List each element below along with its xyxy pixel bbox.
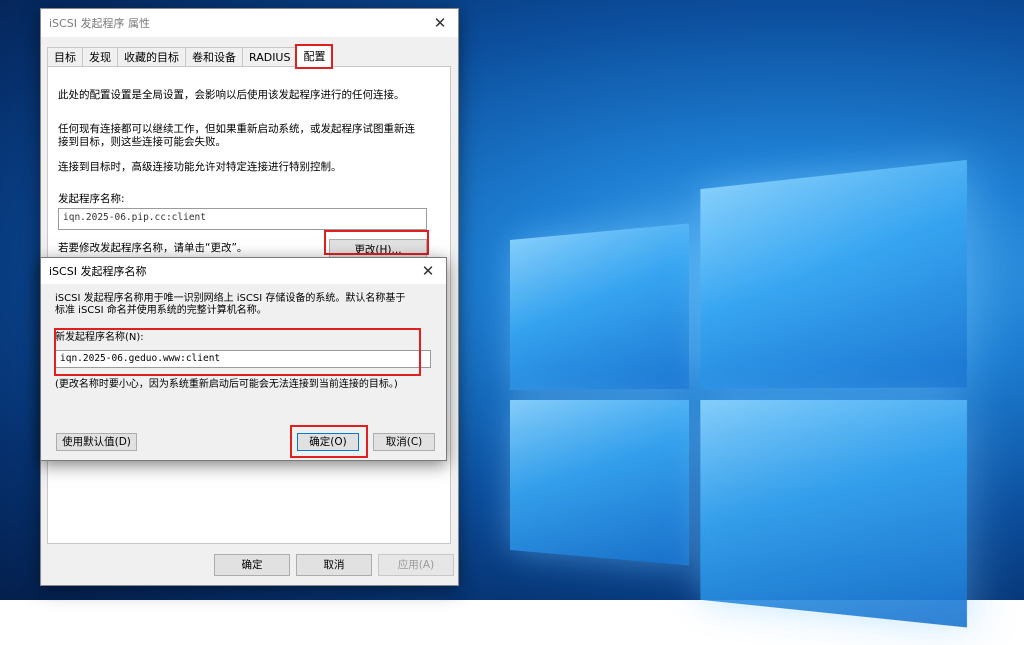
tab-configuration[interactable]: 配置 [295,44,334,69]
intro-text: 此处的配置设置是全局设置，会影响以后使用该发起程序进行的任何连接。 [58,89,405,101]
logo-pane [510,223,690,390]
use-default-button[interactable]: 使用默认值(D) [56,433,137,451]
initiator-name-field: iqn.2025-06.pip.cc:client [58,208,427,230]
ok-button[interactable]: 确定 [214,554,290,576]
logo-pane [700,400,967,628]
tab-favorite-targets[interactable]: 收藏的目标 [117,47,186,68]
dialog-description-line2: 标准 iSCSI 命名并使用系统的完整计算机名称。 [55,305,267,316]
dialog-titlebar[interactable]: iSCSI 发起程序名称 ✕ [41,258,446,284]
logo-pane [510,400,690,566]
logo-pane [700,159,967,389]
dialog-title: iSCSI 发起程序名称 [49,265,147,278]
tab-strip: 目标 发现 收藏的目标 卷和设备 RADIUS 配置 [47,44,334,69]
close-icon[interactable]: ✕ [430,14,450,32]
advanced-text: 连接到目标时，高级连接功能允许对特定连接进行特别控制。 [58,161,342,173]
new-name-input[interactable]: iqn.2025-06.geduo.www:client [55,350,431,368]
warning-text-line1: 任何现有连接都可以继续工作，但如果重新启动系统，或发起程序试图重新连 [58,123,415,135]
warning-text-line2: 接到目标，则这些连接可能会失败。 [58,136,226,148]
windows-logo [510,155,1012,645]
window-title: iSCSI 发起程序 属性 [49,17,150,30]
tab-discovery[interactable]: 发现 [82,47,118,68]
tab-radius[interactable]: RADIUS [242,47,298,68]
tab-targets[interactable]: 目标 [47,47,83,68]
close-icon[interactable]: ✕ [418,262,438,280]
dialog-cancel-button[interactable]: 取消(C) [373,433,435,451]
dialog-ok-button[interactable]: 确定(O) [297,433,359,451]
dialog-description-line1: iSCSI 发起程序名称用于唯一识别网络上 iSCSI 存储设备的系统。默认名称… [55,293,406,304]
window-titlebar[interactable]: iSCSI 发起程序 属性 ✕ [41,9,458,37]
new-name-label: 新发起程序名称(N): [55,332,144,343]
initiator-name-label: 发起程序名称: [58,193,125,205]
apply-button[interactable]: 应用(A) [378,554,454,576]
cancel-button[interactable]: 取消 [296,554,372,576]
tab-volumes-devices[interactable]: 卷和设备 [185,47,243,68]
caution-text: (更改名称时要小心，因为系统重新启动后可能会无法连接到当前连接的目标。) [55,379,398,390]
initiator-name-dialog: iSCSI 发起程序名称 ✕ iSCSI 发起程序名称用于唯一识别网络上 iSC… [40,257,447,461]
